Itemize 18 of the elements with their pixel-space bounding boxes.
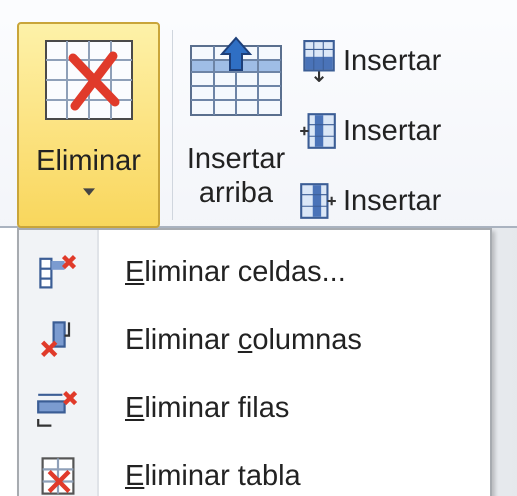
table-arrow-right-icon [299, 180, 337, 222]
menu-item[interactable]: Eliminar tabla [19, 442, 490, 496]
insert-above-button[interactable]: Insertar arriba [181, 22, 291, 210]
caret-icon [82, 188, 94, 196]
insert-button[interactable]: Insertar [299, 110, 442, 152]
menu-item[interactable]: Eliminar columnas [19, 306, 490, 374]
table-arrow-up-icon [190, 36, 282, 116]
menu-item-label: Eliminar filas [125, 392, 290, 424]
table-delete-icon [44, 40, 132, 120]
menu-item-label: Eliminar tabla [125, 460, 301, 492]
menu-item-label: Eliminar columnas [125, 324, 362, 356]
table-arrow-left-icon [299, 110, 337, 152]
menu-item[interactable]: Eliminar filas [19, 374, 490, 442]
insert-button[interactable]: Insertar [299, 180, 442, 222]
menu-item[interactable]: Eliminar celdas... [19, 238, 490, 306]
delete-button[interactable]: Eliminar [17, 22, 160, 228]
insert-button[interactable]: Insertar [299, 40, 442, 82]
menu-item-label: Eliminar celdas... [125, 256, 346, 288]
